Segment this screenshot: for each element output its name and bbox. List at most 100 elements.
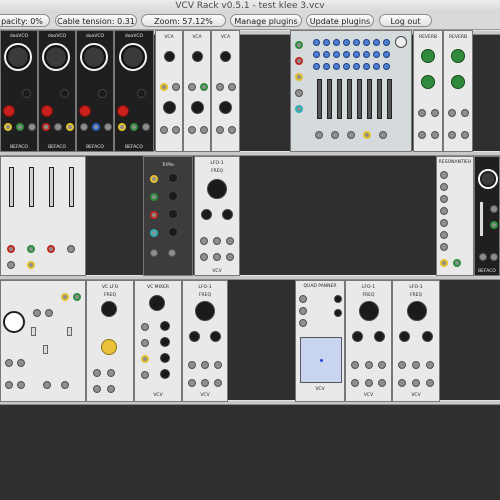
output-jack[interactable] [27,261,35,269]
vco-module[interactable]: dooVCO BEFACO [0,30,38,152]
output-jack[interactable] [43,381,51,389]
channel-knob[interactable] [160,337,170,347]
output-jack[interactable] [226,253,234,261]
input-jack[interactable] [150,193,158,201]
mix-knob[interactable] [451,75,465,89]
fm-knob[interactable] [189,331,200,342]
level-knob[interactable] [191,101,204,114]
output-jack[interactable] [7,261,15,269]
input-jack[interactable] [440,219,448,227]
input-jack[interactable] [141,355,149,363]
xy-pan-display[interactable] [300,337,342,383]
cv-jack[interactable] [200,83,208,91]
level-knob[interactable] [220,51,231,62]
pwm-knob[interactable] [79,105,91,117]
cable-tension-slider[interactable]: Cable tension: 0.31 [55,14,137,27]
channel-fader[interactable] [29,167,34,207]
input-jack[interactable] [150,229,158,237]
input-jack[interactable] [150,175,158,183]
input-jack[interactable] [226,237,234,245]
mixer-module[interactable] [0,156,86,276]
input-jack[interactable] [188,361,196,369]
zoom-slider[interactable]: Zoom: 57.12% [141,14,226,27]
output-jack[interactable] [431,131,439,139]
fm-knob[interactable] [201,209,212,220]
fm-knob[interactable] [352,331,363,342]
input-jack[interactable] [490,221,498,229]
input-jack[interactable] [490,205,498,213]
input-jack[interactable] [16,123,24,131]
input-jack[interactable] [42,123,50,131]
input-jack[interactable] [104,123,112,131]
input-jack[interactable] [216,126,224,134]
output-jack[interactable] [61,381,69,389]
channel-fader[interactable] [49,167,54,207]
cv-jack[interactable] [188,83,196,91]
vca-module[interactable]: VCA [211,30,240,152]
log-out-button[interactable]: Log out [379,14,432,27]
lfo-module[interactable]: LFO-1 FREQ VCV [392,280,440,402]
output-jack[interactable] [200,253,208,261]
vca-module[interactable]: VCA [183,30,211,152]
toggle-switch[interactable] [31,327,36,336]
input-jack[interactable] [299,295,307,303]
output-jack[interactable] [440,259,448,267]
lfo-module[interactable]: LFO-1 FREQ VCV [194,156,240,276]
frequency-knob[interactable] [359,301,379,321]
output-jack[interactable] [45,309,53,317]
input-jack[interactable] [440,171,448,179]
input-jack[interactable] [150,211,158,219]
tempo-knob[interactable] [395,36,407,48]
step-slider[interactable] [367,79,372,119]
output-jack[interactable] [188,379,196,387]
gate-jack[interactable] [295,89,303,97]
level-knob[interactable] [478,169,498,189]
fine-knob[interactable] [22,89,31,98]
cv-jack[interactable] [172,83,180,91]
input-jack[interactable] [398,361,406,369]
cv-jack[interactable] [295,73,303,81]
lfo-module[interactable]: LFO-1 FREQ VCV [345,280,392,402]
input-jack[interactable] [418,109,426,117]
update-plugins-button[interactable]: Update plugins [306,14,374,27]
pwm-knob[interactable] [374,331,385,342]
input-jack[interactable] [27,245,35,253]
output-jack[interactable] [490,253,498,261]
output-jack[interactable] [93,385,101,393]
channel-knob[interactable] [160,353,170,363]
input-jack[interactable] [440,195,448,203]
output-jack[interactable] [17,381,25,389]
clock-module[interactable] [0,280,86,402]
input-jack[interactable] [426,361,434,369]
reset-jack[interactable] [295,57,303,65]
input-jack[interactable] [54,123,62,131]
input-jack[interactable] [107,369,115,377]
input-jack[interactable] [47,245,55,253]
param-knob[interactable] [168,173,178,183]
master-knob[interactable] [149,295,165,311]
output-jack[interactable] [461,131,469,139]
output-jack[interactable] [150,249,158,257]
input-jack[interactable] [5,359,13,367]
input-jack[interactable] [17,359,25,367]
input-jack[interactable] [142,123,150,131]
input-jack[interactable] [130,123,138,131]
level-knob[interactable] [163,101,176,114]
output-jack[interactable] [479,253,487,261]
step-slider[interactable] [357,79,362,119]
input-jack[interactable] [299,307,307,315]
output-jack[interactable] [398,379,406,387]
output-jack[interactable] [448,131,456,139]
tripie-module[interactable]: TriPie [143,156,193,276]
frequency-knob[interactable] [42,43,70,71]
step-slider[interactable] [387,79,392,119]
vc-mixer-module[interactable]: VC MIXER VCV [134,280,182,402]
input-jack[interactable] [4,123,12,131]
output-jack[interactable] [228,126,236,134]
input-jack[interactable] [378,361,386,369]
frequency-knob[interactable] [80,43,108,71]
fader[interactable] [479,201,484,237]
input-jack[interactable] [299,319,307,327]
level-knob[interactable] [192,51,203,62]
output-jack[interactable] [201,379,209,387]
